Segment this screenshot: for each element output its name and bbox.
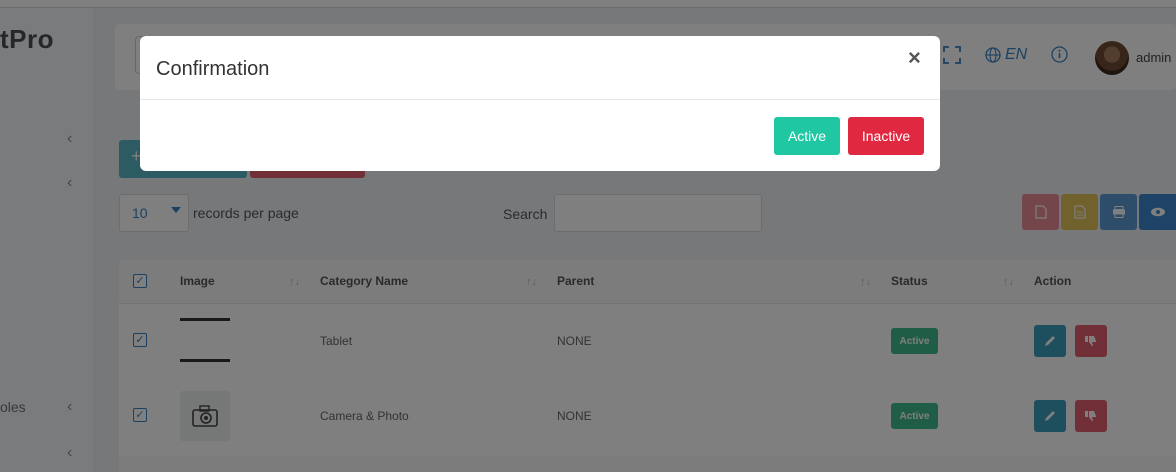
active-button[interactable]: Active [774, 117, 840, 155]
modal-header: Confirmation × [140, 36, 940, 100]
inactive-button[interactable]: Inactive [848, 117, 924, 155]
close-icon[interactable]: × [908, 46, 921, 70]
confirmation-modal: Confirmation × Active Inactive [140, 36, 940, 171]
modal-title: Confirmation [156, 58, 270, 80]
